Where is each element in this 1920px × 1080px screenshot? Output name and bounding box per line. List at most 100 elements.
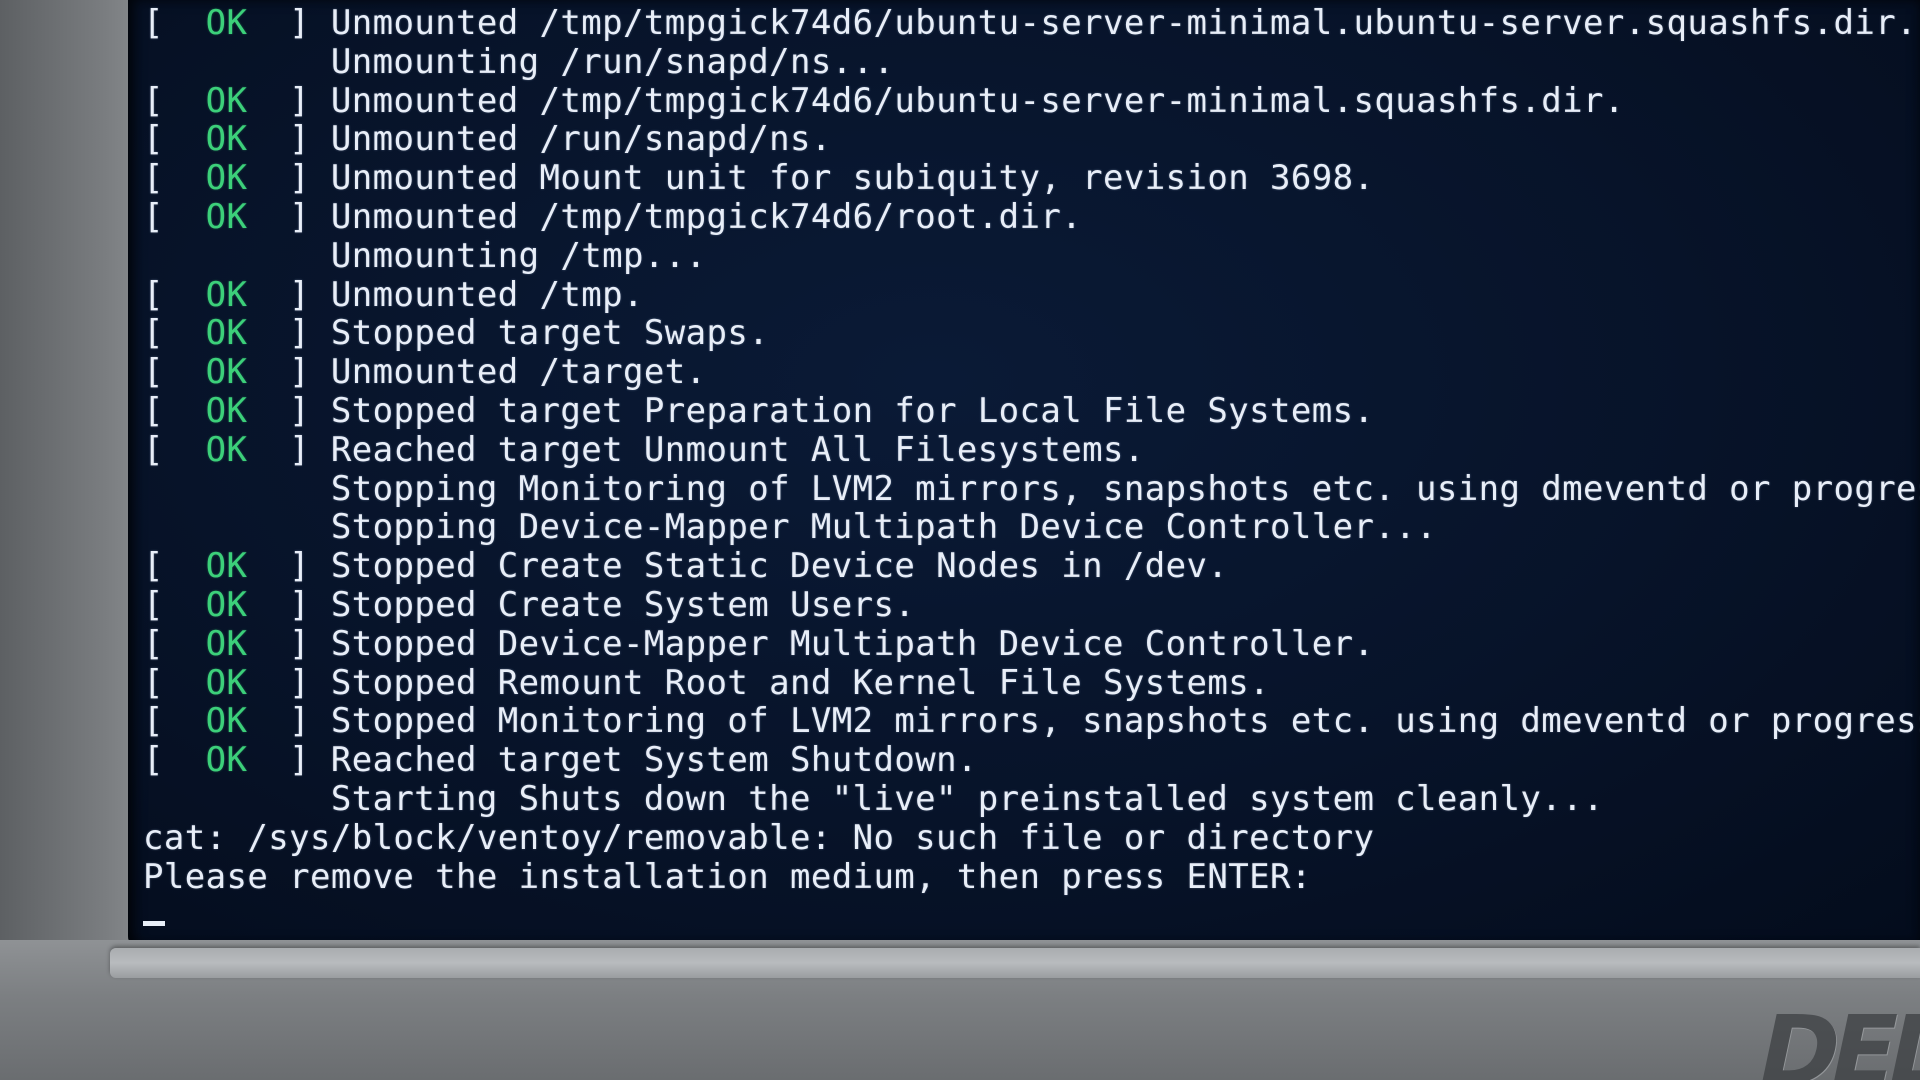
console-message: Unmounted /tmp. <box>330 274 644 315</box>
console-line: [ OK ] Unmounted /tmp/tmpgick74d6/root.d… <box>143 198 1920 237</box>
status-bracket-open: [ <box>143 546 206 587</box>
status-bracket-open: [ <box>143 158 206 199</box>
console-message: Stopped Remount Root and Kernel File Sys… <box>330 662 1270 703</box>
status-bracket-open: [ <box>143 274 206 315</box>
status-indent <box>143 779 331 819</box>
console-line: [ OK ] Stopped target Swaps. <box>143 314 1920 353</box>
status-bracket-close: ] <box>247 429 331 470</box>
monitor-brand-logo: DELL <box>1748 995 1920 1080</box>
status-ok-label: OK <box>205 119 248 160</box>
console-message: Unmounted /target. <box>330 352 707 393</box>
status-ok-label: OK <box>205 584 248 625</box>
status-bracket-open: [ <box>143 740 206 781</box>
console-line: [ OK ] Reached target System Shutdown. <box>143 741 1920 780</box>
status-bracket-open: [ <box>143 584 206 625</box>
status-bracket-close: ] <box>247 584 331 625</box>
console-message: Reached target Unmount All Filesystems. <box>330 429 1145 470</box>
console-message: Unmounted /tmp/tmpgick74d6/root.dir. <box>330 196 1083 237</box>
console-message: Stopped target Preparation for Local Fil… <box>330 390 1375 431</box>
status-bracket-open: [ <box>143 119 206 160</box>
status-ok-label: OK <box>205 740 248 781</box>
status-ok-label: OK <box>205 623 248 664</box>
console-line: [ OK ] Unmounted /tmp. <box>143 274 1920 315</box>
console-message: Stopped Create System Users. <box>330 584 916 625</box>
status-ok-label: OK <box>205 196 248 237</box>
status-bracket-close: ] <box>247 119 331 160</box>
tty-console[interactable]: [ OK ] Unmounted /tmp/tmpgick74d6/ubuntu… <box>143 4 1920 935</box>
status-bracket-close: ] <box>247 196 331 237</box>
status-ok-label: OK <box>205 3 248 43</box>
console-message: Reached target System Shutdown. <box>330 740 978 781</box>
status-ok-label: OK <box>205 662 248 703</box>
prompt-line[interactable] <box>143 896 1920 935</box>
console-line: [ OK ] Stopped Create System Users. <box>143 586 1920 625</box>
status-indent <box>143 42 331 82</box>
monitor-bezel-lip <box>110 948 1920 978</box>
console-line: Stopping Monitoring of LVM2 mirrors, sna… <box>143 468 1920 509</box>
console-message: Stopped Device-Mapper Multipath Device C… <box>330 623 1375 664</box>
console-message: Stopping Device-Mapper Multipath Device … <box>330 507 1437 548</box>
status-bracket-open: [ <box>143 662 206 703</box>
status-bracket-close: ] <box>247 701 331 742</box>
photo-scene: [ OK ] Unmounted /tmp/tmpgick74d6/ubuntu… <box>0 0 1920 1080</box>
status-indent <box>143 236 331 276</box>
status-bracket-close: ] <box>247 80 331 121</box>
console-message: Stopped target Swaps. <box>330 313 770 354</box>
console-message: cat: /sys/block/ventoy/removable: No suc… <box>143 817 1375 858</box>
status-ok-label: OK <box>205 390 248 431</box>
status-bracket-open: [ <box>143 390 206 431</box>
status-bracket-open: [ <box>143 196 206 237</box>
status-ok-label: OK <box>205 546 248 587</box>
status-ok-label: OK <box>205 429 248 470</box>
console-line: Unmounting /tmp... <box>143 235 1920 276</box>
status-bracket-close: ] <box>247 390 331 431</box>
console-message: Unmounted /tmp/tmpgick74d6/ubuntu-server… <box>330 3 1917 43</box>
status-bracket-close: ] <box>247 313 331 354</box>
status-bracket-close: ] <box>247 623 331 664</box>
status-ok-label: OK <box>205 352 248 393</box>
console-message: Unmounting /run/snapd/ns... <box>330 41 895 82</box>
status-bracket-open: [ <box>143 3 206 43</box>
console-message: Unmounting /tmp... <box>330 235 707 276</box>
console-line: Stopping Device-Mapper Multipath Device … <box>143 508 1920 547</box>
console-line: [ OK ] Stopped Monitoring of LVM2 mirror… <box>143 702 1920 741</box>
status-bracket-open: [ <box>143 623 206 664</box>
status-ok-label: OK <box>205 80 248 121</box>
status-bracket-open: [ <box>143 429 206 470</box>
console-line: [ OK ] Unmounted /tmp/tmpgick74d6/ubuntu… <box>143 4 1920 43</box>
console-line: [ OK ] Unmounted Mount unit for subiquit… <box>143 159 1920 198</box>
console-line: [ OK ] Unmounted /target. <box>143 353 1920 392</box>
status-bracket-open: [ <box>143 80 206 121</box>
console-line: [ OK ] Stopped Remount Root and Kernel F… <box>143 662 1920 703</box>
status-bracket-close: ] <box>247 546 331 587</box>
status-bracket-open: [ <box>143 313 206 354</box>
console-message: Unmounted Mount unit for subiquity, revi… <box>330 158 1375 199</box>
console-line: [ OK ] Stopped target Preparation for Lo… <box>143 392 1920 431</box>
status-bracket-close: ] <box>247 740 331 781</box>
status-indent <box>143 469 331 509</box>
status-ok-label: OK <box>205 313 248 354</box>
console-line: Starting Shuts down the "live" preinstal… <box>143 780 1920 819</box>
console-line: [ OK ] Stopped Device-Mapper Multipath D… <box>143 623 1920 664</box>
status-indent <box>143 507 331 547</box>
console-plain-line: cat: /sys/block/ventoy/removable: No suc… <box>143 817 1920 858</box>
console-message: Unmounted /tmp/tmpgick74d6/ubuntu-server… <box>330 80 1625 121</box>
console-message: Stopping Monitoring of LVM2 mirrors, sna… <box>330 468 1920 509</box>
console-message: Stopped Create Static Device Nodes in /d… <box>330 546 1229 587</box>
console-plain-line: Please remove the installation medium, t… <box>143 856 1920 897</box>
console-line: [ OK ] Stopped Create Static Device Node… <box>143 547 1920 586</box>
status-ok-label: OK <box>205 274 248 315</box>
console-line: Unmounting /run/snapd/ns... <box>143 41 1920 82</box>
status-bracket-open: [ <box>143 352 206 393</box>
status-ok-label: OK <box>205 701 248 742</box>
console-line: [ OK ] Unmounted /run/snapd/ns. <box>143 120 1920 159</box>
status-ok-label: OK <box>205 158 248 199</box>
console-message: Unmounted /run/snapd/ns. <box>330 119 832 160</box>
status-bracket-close: ] <box>247 3 331 43</box>
status-bracket-close: ] <box>247 662 331 703</box>
console-line: [ OK ] Unmounted /tmp/tmpgick74d6/ubuntu… <box>143 80 1920 121</box>
console-message: Starting Shuts down the "live" preinstal… <box>330 778 1604 819</box>
text-cursor <box>143 921 165 927</box>
status-bracket-close: ] <box>247 352 331 393</box>
console-message: Please remove the installation medium, t… <box>143 856 1312 897</box>
